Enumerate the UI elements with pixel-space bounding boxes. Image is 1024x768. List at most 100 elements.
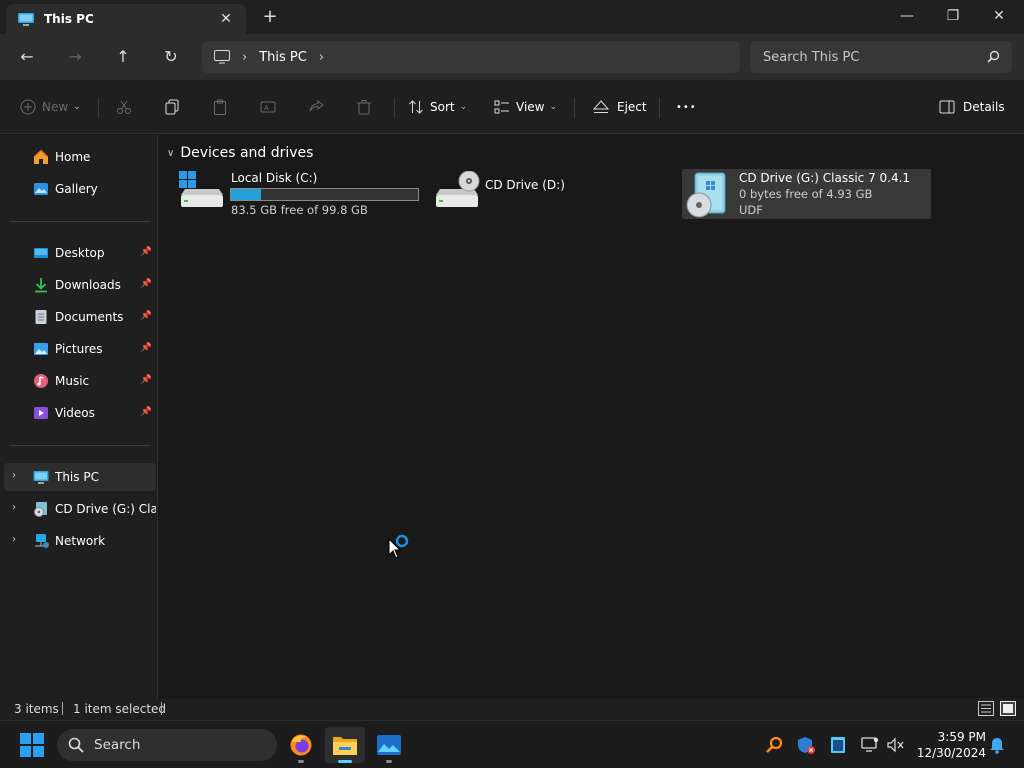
running-indicator <box>298 760 304 763</box>
tray-display[interactable] <box>860 735 880 755</box>
sidebar-item-label: Videos <box>55 406 95 420</box>
tray-notes[interactable] <box>828 735 848 755</box>
sort-button[interactable]: Sort ⌄ <box>408 93 467 121</box>
sort-label: Sort <box>430 100 455 114</box>
up-button[interactable]: ↑ <box>107 42 139 70</box>
start-button[interactable] <box>20 733 44 757</box>
music-icon <box>34 374 48 388</box>
view-label: View <box>516 100 545 114</box>
tab-this-pc[interactable]: This PC ✕ <box>6 4 246 34</box>
eject-button[interactable]: Eject <box>593 93 647 121</box>
search-icon <box>987 50 1000 63</box>
tray-volume[interactable] <box>886 735 906 755</box>
minimize-button[interactable]: — <box>884 0 930 32</box>
pin-icon[interactable]: 📌 <box>141 407 152 417</box>
cut-button[interactable] <box>116 93 132 121</box>
more-options-button[interactable]: ••• <box>676 93 697 121</box>
sidebar-item-downloads[interactable]: Downloads 📌 <box>4 271 156 299</box>
bell-icon <box>990 738 1004 754</box>
taskbar-search[interactable]: Search <box>57 729 277 761</box>
search-box[interactable] <box>750 41 1012 73</box>
copy-button[interactable] <box>164 93 180 121</box>
share-button[interactable] <box>308 93 324 121</box>
divider <box>394 98 395 118</box>
scissors-icon <box>117 100 131 114</box>
chevron-right-icon[interactable]: › <box>12 470 16 481</box>
close-button[interactable]: ✕ <box>976 0 1022 32</box>
taskbar-firefox[interactable] <box>281 727 321 763</box>
pin-icon[interactable]: 📌 <box>141 247 152 257</box>
rename-button[interactable]: A <box>260 93 276 121</box>
navigation-pane: Home Gallery Desktop 📌 Downloads 📌 Docum… <box>0 135 158 698</box>
sidebar-item-music[interactable]: Music 📌 <box>4 367 156 395</box>
chevron-right-icon[interactable]: › <box>12 502 16 513</box>
desktop-icon <box>34 248 48 258</box>
cd-drive-icon <box>436 171 480 207</box>
monitor-icon <box>861 737 879 752</box>
cd-media-icon <box>686 172 726 218</box>
chevron-down-icon: ⌄ <box>549 102 558 112</box>
sidebar-item-videos[interactable]: Videos 📌 <box>4 399 156 427</box>
taskbar-clock[interactable]: 3:59 PM 12/30/2024 <box>914 729 986 761</box>
forward-button[interactable]: → <box>59 42 91 70</box>
volume-muted-icon <box>887 737 904 753</box>
clock-date: 12/30/2024 <box>916 746 986 760</box>
new-button[interactable]: New ⌄ <box>20 93 81 121</box>
tray-security[interactable] <box>796 735 816 755</box>
chevron-down-icon: ⌄ <box>73 102 81 112</box>
sidebar-item-documents[interactable]: Documents 📌 <box>4 303 156 331</box>
details-view-icon[interactable] <box>978 701 994 716</box>
plus-circle-icon <box>20 99 36 115</box>
search-input[interactable] <box>750 41 980 73</box>
group-header-devices-and-drives[interactable]: ∨ Devices and drives <box>167 145 313 161</box>
delete-button[interactable] <box>356 93 372 121</box>
paste-button[interactable] <box>212 93 228 121</box>
pin-icon[interactable]: 📌 <box>141 343 152 353</box>
view-button[interactable]: View ⌄ <box>494 93 557 121</box>
tiles-view-icon[interactable] <box>1000 701 1016 716</box>
chevron-right-icon[interactable]: › <box>12 534 16 545</box>
sidebar-item-this-pc[interactable]: › This PC <box>4 463 156 491</box>
sidebar-item-gallery[interactable]: Gallery <box>4 175 156 203</box>
drive-local-disk-c[interactable]: Local Disk (C:) 83.5 GB free of 99.8 GB <box>177 169 423 219</box>
details-button[interactable]: Details <box>939 93 1005 121</box>
sidebar-item-label: Home <box>55 150 91 164</box>
pin-icon[interactable]: 📌 <box>141 375 152 385</box>
drive-usage-fill <box>231 189 262 200</box>
breadcrumb-this-pc[interactable]: This PC <box>259 50 307 65</box>
drive-cd-d[interactable]: CD Drive (D:) <box>432 169 678 219</box>
restore-icon: ❐ <box>946 8 960 24</box>
clipboard-icon <box>214 99 226 115</box>
view-list-icon <box>494 100 509 114</box>
tray-notifications[interactable] <box>987 735 1007 755</box>
taskbar-file-explorer[interactable] <box>325 727 365 763</box>
up-arrow-icon: ↑ <box>116 46 130 66</box>
refresh-button[interactable]: ↻ <box>155 42 187 70</box>
pin-icon[interactable]: 📌 <box>141 311 152 321</box>
restore-button[interactable]: ❐ <box>930 0 976 32</box>
back-button[interactable]: ← <box>11 42 43 70</box>
breadcrumb-separator[interactable]: › <box>319 50 324 65</box>
drive-cd-g[interactable]: CD Drive (G:) Classic 7 0.4.1 0 bytes fr… <box>682 169 931 219</box>
sidebar-item-network[interactable]: › Network <box>4 527 156 555</box>
details-label: Details <box>963 100 1005 114</box>
sidebar-item-cd-drive-g[interactable]: › CD Drive (G:) Classic 7 0.4.1 <box>4 495 156 523</box>
pin-icon[interactable]: 📌 <box>141 279 152 289</box>
navigation-bar: ← → ↑ ↻ › This PC › <box>0 34 1024 80</box>
divider <box>659 98 660 118</box>
refresh-icon: ↻ <box>164 46 178 66</box>
back-arrow-icon: ← <box>20 46 34 66</box>
svg-text:A: A <box>264 104 269 112</box>
new-tab-button[interactable]: + <box>260 6 280 27</box>
tab-close-button[interactable]: ✕ <box>218 11 234 27</box>
trash-icon <box>357 100 371 115</box>
magnifier-icon <box>766 736 783 753</box>
address-bar[interactable]: › This PC › <box>202 41 740 73</box>
sidebar-item-desktop[interactable]: Desktop 📌 <box>4 239 156 267</box>
taskbar-app-3[interactable] <box>369 727 409 763</box>
tray-magnifier[interactable] <box>764 735 784 755</box>
sidebar-item-home[interactable]: Home <box>4 143 156 171</box>
status-divider <box>161 702 162 715</box>
drive-free-space: 83.5 GB free of 99.8 GB <box>231 203 368 217</box>
sidebar-item-pictures[interactable]: Pictures 📌 <box>4 335 156 363</box>
